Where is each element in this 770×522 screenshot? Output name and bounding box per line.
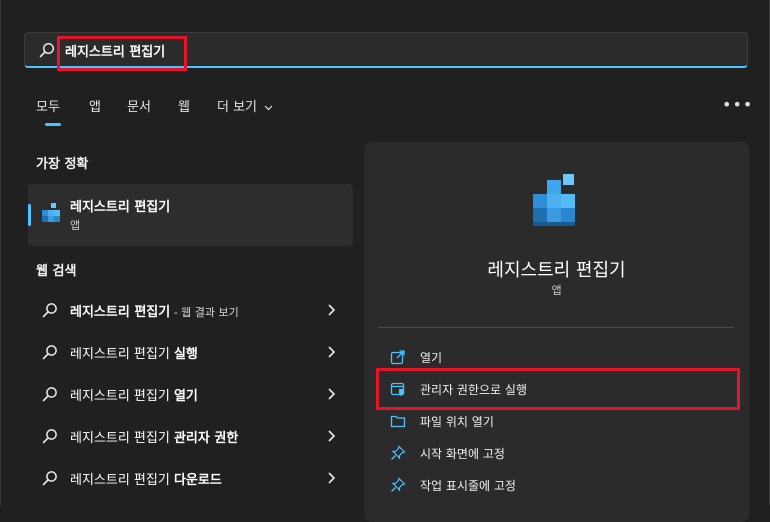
- chevron-right-icon: [328, 304, 336, 316]
- web-search-heading: 웹 검색: [36, 264, 77, 279]
- action-pin-to-taskbar[interactable]: 작업 표시줄에 고정: [378, 470, 734, 500]
- web-search-item[interactable]: 레지스트리 편집기 다운로드: [28, 460, 353, 496]
- web-item-suffix: 실행: [173, 347, 198, 362]
- search-icon: [42, 303, 57, 318]
- action-open[interactable]: 열기: [378, 342, 734, 372]
- selection-indicator: [28, 204, 31, 226]
- detail-app-name: 레지스트리 편집기: [487, 260, 626, 281]
- detail-app-type: 앱: [551, 284, 562, 297]
- search-input[interactable]: 레지스트리 편집기: [65, 41, 165, 60]
- web-item-suffix: - 웹 결과 보기: [170, 306, 239, 319]
- action-open-file-location[interactable]: 파일 위치 열기: [378, 406, 734, 436]
- web-search-item[interactable]: 레지스트리 편집기 - 웹 결과 보기: [28, 292, 353, 328]
- tab-more[interactable]: 더 보기: [217, 96, 273, 115]
- web-item-suffix: 관리자 권한: [173, 431, 239, 446]
- search-icon: [42, 471, 57, 486]
- search-icon: [42, 387, 57, 402]
- action-label: 파일 위치 열기: [420, 415, 494, 429]
- shield-admin-icon: [390, 382, 405, 396]
- web-search-item[interactable]: 레지스트리 편집기 실행: [28, 334, 353, 370]
- web-item-suffix: 열기: [173, 389, 198, 404]
- best-match-item[interactable]: 레지스트리 편집기 앱: [28, 184, 353, 246]
- web-item-suffix: 다운로드: [173, 473, 222, 488]
- best-match-name: 레지스트리 편집기: [70, 200, 171, 215]
- action-label: 열기: [420, 351, 443, 365]
- tab-web[interactable]: 웹: [178, 96, 190, 115]
- open-icon: [390, 350, 405, 365]
- best-match-type: 앱: [70, 219, 81, 232]
- search-icon: [42, 345, 57, 360]
- chevron-right-icon: [328, 388, 336, 400]
- registry-editor-icon: [42, 203, 60, 222]
- chevron-right-icon: [328, 346, 336, 358]
- search-box[interactable]: 레지스트리 편집기: [24, 32, 748, 68]
- tab-more-label: 더 보기: [217, 100, 258, 115]
- web-item-query: 레지스트리 편집기: [70, 347, 174, 362]
- web-search-item[interactable]: 레지스트리 편집기 열기: [28, 376, 353, 412]
- web-item-query: 레지스트리 편집기: [70, 473, 174, 488]
- tab-documents[interactable]: 문서: [127, 96, 151, 115]
- action-label: 시작 화면에 고정: [420, 447, 505, 461]
- tab-all[interactable]: 모두: [36, 96, 60, 115]
- web-item-query: 레지스트리 편집기: [70, 389, 174, 404]
- detail-panel: 레지스트리 편집기 앱 열기 관리자 권한으로 실행 파일 위치 열기 시작 화…: [364, 142, 749, 522]
- action-pin-to-start[interactable]: 시작 화면에 고정: [378, 438, 734, 468]
- web-item-query: 레지스트리 편집기: [70, 305, 171, 320]
- search-icon: [39, 42, 55, 58]
- best-match-heading: 가장 정확: [36, 157, 89, 172]
- search-icon: [42, 429, 57, 444]
- pin-icon: [391, 477, 406, 492]
- folder-icon: [390, 415, 406, 428]
- action-label: 작업 표시줄에 고정: [420, 479, 516, 493]
- divider: [378, 327, 734, 328]
- registry-editor-icon: [533, 174, 575, 226]
- chevron-right-icon: [328, 472, 336, 484]
- chevron-right-icon: [328, 430, 336, 442]
- more-options-button[interactable]: •••: [722, 95, 753, 114]
- pin-icon: [391, 445, 406, 460]
- web-search-item[interactable]: 레지스트리 편집기 관리자 권한: [28, 418, 353, 454]
- tab-apps[interactable]: 앱: [89, 96, 101, 115]
- action-label: 관리자 권한으로 실행: [420, 383, 527, 397]
- tab-active-indicator: [45, 123, 61, 126]
- web-item-query: 레지스트리 편집기: [70, 431, 174, 446]
- action-run-as-admin[interactable]: 관리자 권한으로 실행: [378, 374, 734, 404]
- chevron-down-icon: [264, 105, 273, 110]
